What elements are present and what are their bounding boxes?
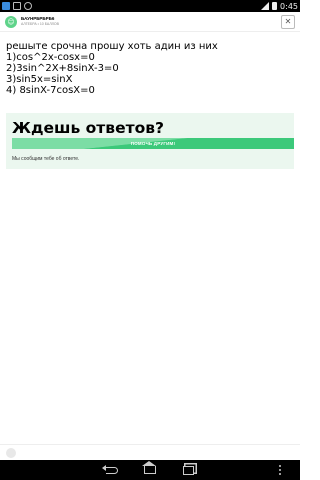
sync-icon <box>24 2 32 10</box>
question-line: 2)3sin^2X+8sinX-3=0 <box>6 63 119 74</box>
user-avatar-icon[interactable]: ☺ <box>5 15 17 28</box>
help-others-button[interactable]: ПОМОЧЬ ДРУГИМ! <box>12 138 294 149</box>
notification-icon <box>2 2 10 10</box>
comment-avatar-icon <box>6 447 16 458</box>
battery-icon <box>272 2 278 10</box>
notify-text: Мы сообщим тебе об ответе. <box>12 156 80 162</box>
question-line: 1)cos^2x-cosx=0 <box>6 52 95 63</box>
question-text: решыте срочна прошу хоть адин из них 1)c… <box>6 41 294 96</box>
question-line: 4) 8sinX-7cosX=0 <box>6 85 95 96</box>
subject-points: АЛГЕБРА • 10 БАЛЛОВ <box>21 22 59 26</box>
clock: 0:45 <box>280 1 298 11</box>
status-indicators: 0:45 <box>261 2 298 11</box>
photo-icon <box>13 2 21 10</box>
status-bar: 0:45 <box>0 0 300 12</box>
menu-icon[interactable] <box>270 463 290 477</box>
signal-icon <box>261 2 270 10</box>
help-others-label: ПОМОЧЬ ДРУГИМ! <box>130 141 176 146</box>
recent-apps-icon[interactable] <box>178 463 198 477</box>
question-header: ☺ БАУНРБРБРБ6 АЛГЕБРА • 10 БАЛЛОВ ✕ <box>0 12 300 32</box>
back-icon[interactable] <box>102 463 122 477</box>
waiting-answers-card: Ждешь ответов? ПОМОЧЬ ДРУГИМ! Мы сообщим… <box>6 113 294 169</box>
question-line: 3)sin5x=sinX <box>6 74 73 85</box>
card-title: Ждешь ответов? <box>12 119 165 137</box>
author-info: БАУНРБРБРБ6 АЛГЕБРА • 10 БАЛЛОВ <box>21 16 59 27</box>
system-nav-bar <box>0 460 300 480</box>
home-icon[interactable] <box>140 461 160 477</box>
question-line: решыте срочна прошу хоть адин из них <box>6 41 218 52</box>
close-icon[interactable]: ✕ <box>281 14 295 29</box>
comment-bar[interactable] <box>0 444 300 460</box>
